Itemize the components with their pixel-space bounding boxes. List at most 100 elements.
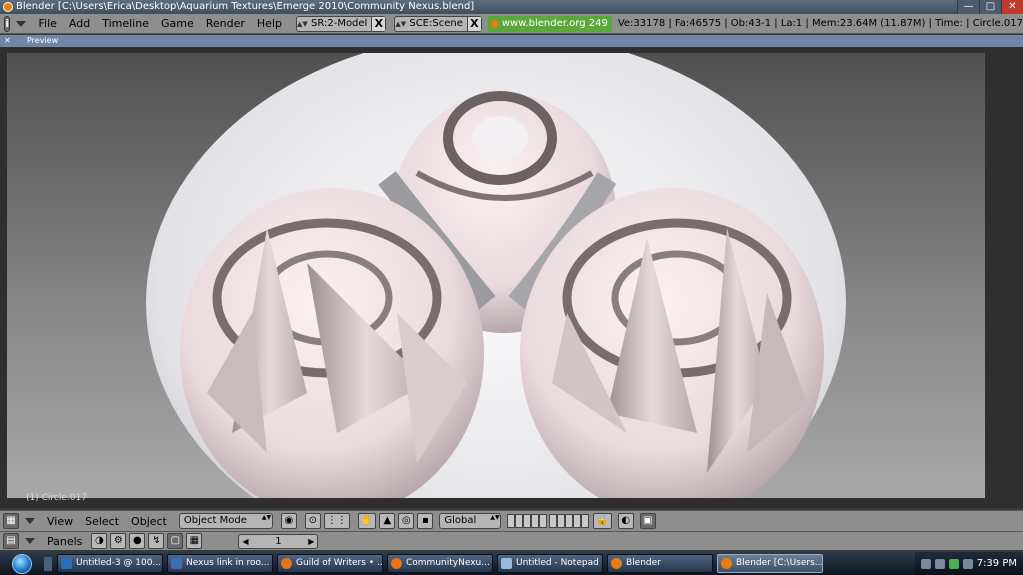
close-button[interactable]: ✕ xyxy=(1001,0,1023,14)
panels-menu[interactable]: Panels xyxy=(41,535,88,548)
3d-view-header: ▦ View Select Object Object Mode ◉ ⊙ ⋮⋮ … xyxy=(0,510,1023,532)
preview-close-icon[interactable]: ✕ xyxy=(4,35,11,47)
preview-panel-header[interactable]: ✕ Preview xyxy=(0,35,1023,47)
window-title: Blender [C:\Users\Erica\Desktop\Aquarium… xyxy=(16,1,475,12)
ogl-render-icon[interactable]: ◐ xyxy=(617,513,634,529)
scene-browse-arrows-icon[interactable]: ▲▼ xyxy=(395,20,406,28)
editing-context-icon[interactable]: ▢ xyxy=(167,533,184,549)
screen-field-value[interactable]: SR:2-Model xyxy=(307,18,371,29)
screen-delete-button[interactable]: X xyxy=(371,16,386,31)
panels-collapse-triangle-icon[interactable] xyxy=(25,538,35,544)
frame-number-value[interactable]: 1 xyxy=(275,536,281,547)
script-context-icon[interactable]: ⚙ xyxy=(110,533,127,549)
mode-selector[interactable]: Object Mode xyxy=(178,513,273,529)
system-tray: 7:39 PM xyxy=(914,552,1023,575)
layer-lock-icon[interactable]: ⋮⋮ xyxy=(323,513,350,529)
lock-icon[interactable]: 🔒 xyxy=(593,513,612,529)
scene-stats: Ve:33178 | Fa:46575 | Ob:43-1 | La:1 | M… xyxy=(617,18,1023,29)
network-icon[interactable] xyxy=(948,558,959,569)
start-button[interactable] xyxy=(0,552,44,575)
menu-view[interactable]: View xyxy=(41,515,79,528)
minimize-button[interactable]: — xyxy=(957,0,979,14)
layer-button[interactable] xyxy=(581,514,590,528)
layer-button[interactable] xyxy=(515,514,524,528)
layer-buttons-right[interactable] xyxy=(549,514,590,528)
translate-manipulator-icon[interactable]: ▲ xyxy=(379,513,396,529)
blender-icon xyxy=(721,558,732,569)
layer-button[interactable] xyxy=(549,514,558,528)
blender-logo-icon xyxy=(3,2,13,12)
layer-button[interactable] xyxy=(539,514,548,528)
firefox-icon xyxy=(281,558,292,569)
layer-button[interactable] xyxy=(523,514,532,528)
header-collapse-triangle-icon[interactable] xyxy=(25,518,35,524)
windows-taskbar: Untitled-3 @ 100... Nexus link in roo...… xyxy=(0,552,1023,575)
buttons-window-header: ▤ Panels ◑ ⚙ ● ↯ ▢ ▦ ◀ 1 ▶ xyxy=(0,532,1023,550)
menu-render[interactable]: Render xyxy=(200,17,251,30)
collapse-menu-triangle-icon[interactable] xyxy=(16,20,27,27)
window-controls: — □ ✕ xyxy=(957,0,1023,14)
3d-view-window-type-icon[interactable]: ▦ xyxy=(3,513,19,529)
taskbar-item-blender-active[interactable]: Blender [C:\Users... xyxy=(717,554,823,573)
scene-selector[interactable]: ▲▼ SCE:Scene X xyxy=(394,15,482,32)
tray-icon[interactable] xyxy=(920,558,931,569)
render-preview-icon[interactable]: ▣ xyxy=(639,513,656,529)
taskbar-item-guild-of-writers[interactable]: Guild of Writers • ... xyxy=(277,554,383,573)
active-object-label: (1) Circle.017 xyxy=(26,493,87,503)
3d-viewport[interactable]: (1) Circle.017 xyxy=(0,47,1023,508)
screen-selector[interactable]: ▲▼ SR:2-Model X xyxy=(295,15,387,32)
menu-file[interactable]: File xyxy=(32,17,62,30)
frame-number-field[interactable]: ◀ 1 ▶ xyxy=(238,533,319,549)
object-context-icon[interactable]: ↯ xyxy=(148,533,165,549)
taskbar-item-notepad[interactable]: Untitled - Notepad xyxy=(497,554,603,573)
quick-launch[interactable] xyxy=(44,556,53,571)
blender-website-link[interactable]: www.blender.org 249 xyxy=(487,15,612,32)
frame-increment-icon[interactable]: ▶ xyxy=(308,535,314,548)
rotate-manipulator-icon[interactable]: ◎ xyxy=(398,513,415,529)
firefox-icon xyxy=(391,558,402,569)
menu-game[interactable]: Game xyxy=(155,17,200,30)
taskbar-item-community-nexus[interactable]: CommunityNexu... xyxy=(387,554,493,573)
hand-manipulator-icon[interactable]: ✋ xyxy=(357,513,377,529)
rendered-model-preview xyxy=(146,53,846,498)
scene-field-value[interactable]: SCE:Scene xyxy=(405,18,467,29)
layer-buttons-left[interactable] xyxy=(507,514,548,528)
scene-delete-button[interactable]: X xyxy=(466,16,481,31)
taskbar-item-nexus-link[interactable]: Nexus link in roo... xyxy=(167,554,273,573)
menu-timeline[interactable]: Timeline xyxy=(96,17,155,30)
screen-browse-arrows-icon[interactable]: ▲▼ xyxy=(297,20,308,28)
scale-manipulator-icon[interactable]: ▪ xyxy=(417,513,434,529)
layer-button[interactable] xyxy=(557,514,566,528)
menu-object[interactable]: Object xyxy=(125,515,173,528)
tray-icon[interactable] xyxy=(934,558,945,569)
windows-orb-icon xyxy=(12,553,32,574)
draw-type-icon[interactable]: ◉ xyxy=(280,513,297,529)
scene-context-icon[interactable]: ▦ xyxy=(186,533,203,549)
render-preview-area[interactable] xyxy=(7,53,985,498)
taskbar-item-photoshop[interactable]: Untitled-3 @ 100... xyxy=(57,554,163,573)
image-viewer-icon xyxy=(171,558,182,569)
menu-add[interactable]: Add xyxy=(63,17,96,30)
layer-button[interactable] xyxy=(573,514,582,528)
logic-context-icon[interactable]: ◑ xyxy=(91,533,108,549)
shading-context-icon[interactable]: ● xyxy=(129,533,146,549)
blender-icon xyxy=(611,558,622,569)
menu-select[interactable]: Select xyxy=(79,515,125,528)
preview-label: Preview xyxy=(27,36,59,45)
layer-button[interactable] xyxy=(531,514,540,528)
window-title-bar[interactable]: Blender [C:\Users\Erica\Desktop\Aquarium… xyxy=(0,0,1023,14)
pivot-icon[interactable]: ⊙ xyxy=(304,513,321,529)
clock[interactable]: 7:39 PM xyxy=(977,558,1017,569)
transform-orientation-selector[interactable]: Global xyxy=(439,513,502,529)
taskbar-item-blender[interactable]: Blender xyxy=(607,554,713,573)
photoshop-icon xyxy=(61,558,72,569)
menu-help[interactable]: Help xyxy=(251,17,288,30)
frame-decrement-icon[interactable]: ◀ xyxy=(242,535,248,548)
layer-button[interactable] xyxy=(565,514,574,528)
maximize-button[interactable]: □ xyxy=(979,0,1001,14)
quick-launch-icon[interactable] xyxy=(44,556,52,571)
info-window-type-icon[interactable]: i xyxy=(4,15,11,32)
buttons-window-type-icon[interactable]: ▤ xyxy=(3,533,19,549)
layer-button[interactable] xyxy=(507,514,516,528)
volume-icon[interactable] xyxy=(962,558,973,569)
